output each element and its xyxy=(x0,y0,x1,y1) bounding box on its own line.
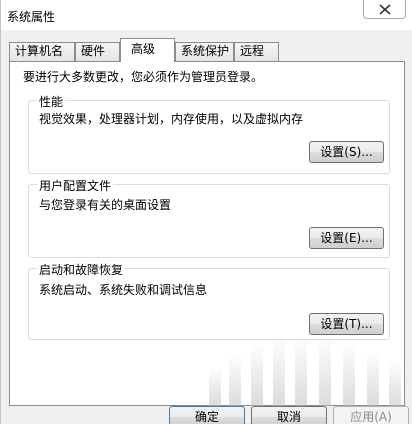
close-icon xyxy=(379,4,391,15)
title-bar: 系统属性 xyxy=(1,0,412,30)
apply-button[interactable]: 应用(A) xyxy=(333,406,409,424)
performance-group: 性能 视觉效果，处理器计划，内存使用，以及虚拟内存 设置(S)... xyxy=(28,93,390,174)
admin-notice: 要进行大多数更改，您必须作为管理员登录。 xyxy=(23,70,264,84)
tab-hardware[interactable]: 硬件 xyxy=(75,42,120,61)
performance-settings-button[interactable]: 设置(S)... xyxy=(309,141,384,163)
performance-description: 视觉效果，处理器计划，内存使用，以及虚拟内存 xyxy=(39,112,304,126)
user-profiles-settings-button[interactable]: 设置(E)... xyxy=(309,227,384,249)
startup-recovery-description: 系统启动、系统失败和调试信息 xyxy=(39,283,208,297)
tab-system-protection[interactable]: 系统保护 xyxy=(175,42,234,61)
close-button[interactable] xyxy=(363,0,406,19)
tab-advanced[interactable]: 高级 xyxy=(120,38,175,62)
startup-recovery-settings-button[interactable]: 设置(T)... xyxy=(309,313,384,335)
tab-computer-name[interactable]: 计算机名 xyxy=(9,42,75,61)
user-profiles-group: 用户配置文件 与您登录有关的桌面设置 设置(E)... xyxy=(28,177,390,258)
performance-title: 性能 xyxy=(37,93,66,110)
system-properties-window: 系统属性 计算机名 硬件 高级 系统保护 远程 要进行大多数更改，您必须作为管理… xyxy=(0,0,412,424)
cancel-button[interactable]: 取消 xyxy=(251,406,327,424)
user-profiles-description: 与您登录有关的桌面设置 xyxy=(39,198,172,212)
startup-recovery-group: 启动和故障恢复 系统启动、系统失败和调试信息 设置(T)... xyxy=(28,261,390,340)
tab-remote[interactable]: 远程 xyxy=(234,42,279,61)
window-title: 系统属性 xyxy=(7,10,56,24)
ok-button[interactable]: 确定 xyxy=(169,406,245,424)
user-profiles-title: 用户配置文件 xyxy=(37,177,114,194)
startup-recovery-title: 启动和故障恢复 xyxy=(37,261,126,278)
